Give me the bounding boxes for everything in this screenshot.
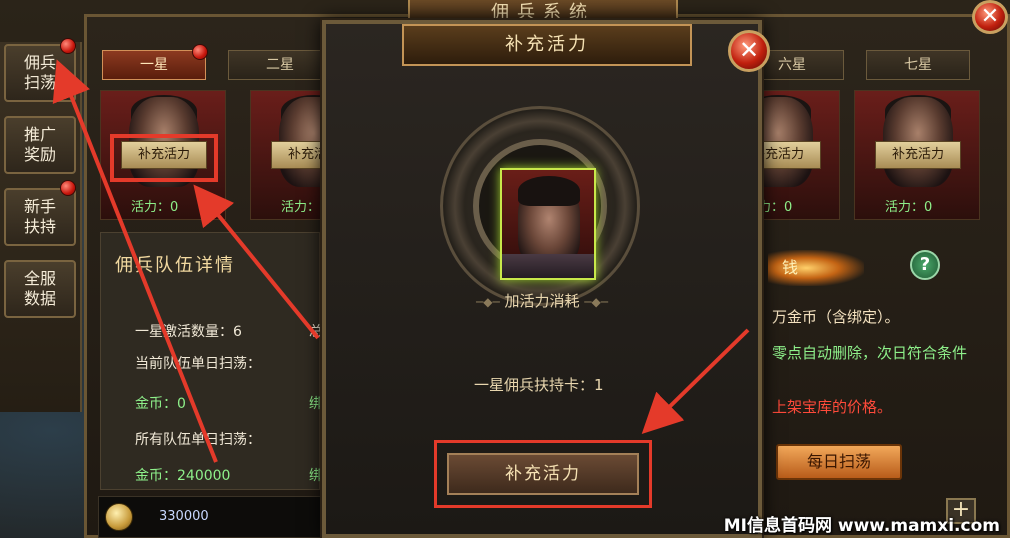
info-line: 零点自动删除，次日符合条件 [772, 344, 968, 362]
team-details: 佣兵队伍详情 一星激活数量：6 当前队伍单日扫荡： 金币：0 所有队伍单日扫荡：… [100, 232, 323, 490]
portrait-hair [518, 176, 580, 206]
gold-coin-icon [105, 503, 133, 531]
side-menu-newbie-support[interactable]: 新手 扶持 [4, 188, 76, 246]
tab-two-star[interactable]: 二星 [228, 50, 332, 80]
info-line: 万金币（含绑定）。 [772, 308, 900, 326]
currency-value: 330000 [159, 509, 209, 524]
right-info-panel: 钱 ? 万金币（含绑定）。 零点自动删除，次日符合条件 上架宝库的价格。 每日扫… [760, 240, 1010, 524]
watermark: MI信息首码网 www.mamxi.com [723, 516, 1000, 536]
modal-title: 补充活力 [402, 24, 692, 66]
refill-vitality-button[interactable]: 补充活力 [875, 141, 961, 169]
confirm-refill-button[interactable]: 补充活力 [447, 453, 639, 495]
vitality-value: 活力：0 [885, 200, 933, 215]
tab-seven-star[interactable]: 七星 [866, 50, 970, 80]
mercenary-card: 补充活力 活力：0 [854, 90, 980, 220]
highlight-box: 补充活力 [434, 440, 652, 508]
side-menu-promotion-reward[interactable]: 推广 奖励 [4, 116, 76, 174]
portrait-shoulder [502, 254, 594, 278]
all-teams-label: 所有队伍单日扫荡： [135, 432, 261, 448]
divider-left: ─◆─ [476, 295, 500, 309]
current-team-label: 当前队伍单日扫荡： [135, 356, 261, 372]
truncated-text: 总 [309, 324, 323, 340]
cost-label: ─◆─ 加活力消耗 ─◆─ [326, 290, 758, 311]
gold-decoration: 钱 [768, 250, 864, 286]
modal-close-icon[interactable]: ✕ [728, 30, 770, 72]
close-icon[interactable]: ✕ [972, 0, 1008, 34]
currency-bar: 330000 [98, 496, 338, 538]
notification-dot [60, 180, 76, 196]
side-menu-label: 新手 扶持 [23, 197, 56, 236]
current-gold: 金币：0 [135, 396, 186, 412]
divider-right: ─◆─ [584, 295, 608, 309]
highlight-box [110, 134, 218, 182]
mercenary-portrait [500, 168, 596, 280]
side-menu-server-data[interactable]: 全服 数据 [4, 260, 76, 318]
help-icon[interactable]: ? [910, 250, 940, 280]
activated-count: 一星激活数量：6 [135, 324, 242, 340]
all-gold: 金币：240000 [135, 468, 231, 484]
notification-dot [60, 38, 76, 54]
daily-sweep-button[interactable]: 每日扫荡 [776, 444, 902, 480]
side-menu-label: 佣兵 扫荡 [23, 53, 56, 92]
notification-dot [192, 44, 208, 60]
details-title: 佣兵队伍详情 [115, 255, 235, 276]
cost-label-text: 加活力消耗 [504, 292, 580, 310]
card-cost: 一星佣兵扶持卡：1 [474, 376, 604, 394]
truncated-text: 绑 [309, 468, 323, 484]
side-menu-label: 推广 奖励 [23, 125, 56, 164]
side-menu: 佣兵 扫荡 推广 奖励 新手 扶持 全服 数据 [0, 38, 82, 412]
info-line: 上架宝库的价格。 [772, 398, 893, 416]
refill-vitality-modal: 补充活力 ─◆─ 加活力消耗 ─◆─ 一星佣兵扶持卡：1 补充活力 [322, 20, 762, 538]
truncated-text: 绑 [309, 396, 323, 412]
side-menu-label: 全服 数据 [23, 269, 56, 308]
tab-one-star[interactable]: 一星 [102, 50, 206, 80]
vitality-value: 活力：0 [131, 200, 179, 215]
